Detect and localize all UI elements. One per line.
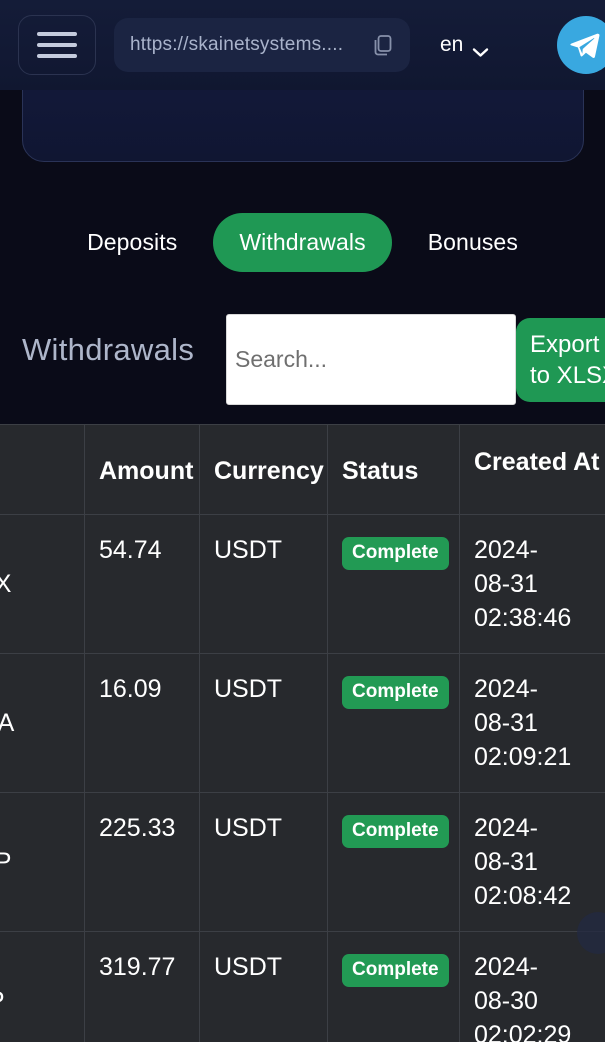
table-row[interactable]: a4X 54.74 USDT Complete 2024- 08-31 02:3… bbox=[0, 514, 605, 654]
telegram-icon[interactable] bbox=[557, 16, 605, 74]
menu-bar-3 bbox=[37, 54, 77, 58]
cell-currency: USDT bbox=[199, 514, 328, 654]
menu-bar-2 bbox=[37, 43, 77, 47]
cell-amount: 16.09 bbox=[84, 653, 200, 793]
cell-amount: 54.74 bbox=[84, 514, 200, 654]
column-header-status[interactable]: Status bbox=[327, 424, 460, 515]
cell-currency: USDT bbox=[199, 653, 328, 793]
section-tabs: Deposits Withdrawals Bonuses bbox=[0, 212, 605, 272]
url-bar[interactable]: https://skainetsystems.... bbox=[114, 18, 410, 72]
column-header-currency[interactable]: Currency bbox=[199, 424, 328, 515]
column-header-created-at[interactable]: Created At bbox=[459, 424, 605, 515]
cell-amount: 225.33 bbox=[84, 792, 200, 932]
cell-status: Complete bbox=[327, 792, 460, 932]
search-input[interactable] bbox=[235, 315, 515, 404]
cell-created-at: 2024- 08-31 02:08:42 bbox=[459, 792, 605, 932]
table-header-row: Id Amount Currency Status Created At bbox=[0, 424, 605, 515]
url-text: https://skainetsystems.... bbox=[130, 34, 344, 55]
status-badge: Complete bbox=[342, 537, 449, 570]
status-badge: Complete bbox=[342, 815, 449, 848]
cell-id: t7P bbox=[0, 931, 85, 1042]
hamburger-menu-icon[interactable] bbox=[18, 15, 96, 75]
cell-currency: USDT bbox=[199, 792, 328, 932]
table-body: a4X 54.74 USDT Complete 2024- 08-31 02:3… bbox=[0, 514, 605, 1042]
cell-status: Complete bbox=[327, 653, 460, 793]
page-title: Withdrawals bbox=[22, 332, 195, 367]
withdrawals-table-scroll[interactable]: Id Amount Currency Status Created At a4X… bbox=[0, 424, 605, 1042]
cell-amount: 319.77 bbox=[84, 931, 200, 1042]
app-root: https://skainetsystems.... en Deposits W… bbox=[0, 0, 605, 1042]
chevron-down-icon bbox=[472, 40, 489, 57]
section-header: Withdrawals Export to XLSX bbox=[0, 314, 605, 414]
cell-id: 3BA bbox=[0, 653, 85, 793]
table-head: Id Amount Currency Status Created At bbox=[0, 424, 605, 515]
search-field-wrapper[interactable] bbox=[226, 314, 516, 405]
tab-deposits[interactable]: Deposits bbox=[69, 213, 195, 272]
language-selector[interactable]: en bbox=[440, 33, 489, 57]
copy-icon[interactable] bbox=[372, 33, 394, 57]
menu-bar-1 bbox=[37, 32, 77, 36]
export-to-xlsx-button[interactable]: Export to XLSX bbox=[516, 318, 605, 402]
language-label: en bbox=[440, 33, 464, 56]
tab-bonuses[interactable]: Bonuses bbox=[410, 213, 536, 272]
table-row[interactable]: t7P 319.77 USDT Complete 2024- 08-30 02:… bbox=[0, 931, 605, 1042]
cell-currency: USDT bbox=[199, 931, 328, 1042]
cell-created-at: 2024- 08-31 02:38:46 bbox=[459, 514, 605, 654]
cell-created-at: 2024- 08-31 02:09:21 bbox=[459, 653, 605, 793]
cell-status: Complete bbox=[327, 931, 460, 1042]
cell-id: 31P bbox=[0, 792, 85, 932]
column-header-amount[interactable]: Amount bbox=[84, 424, 200, 515]
tab-withdrawals[interactable]: Withdrawals bbox=[213, 212, 392, 272]
table-row[interactable]: 3BA 16.09 USDT Complete 2024- 08-31 02:0… bbox=[0, 653, 605, 793]
table-row[interactable]: 31P 225.33 USDT Complete 2024- 08-31 02:… bbox=[0, 792, 605, 932]
withdrawals-table: Id Amount Currency Status Created At a4X… bbox=[0, 424, 605, 1042]
status-badge: Complete bbox=[342, 954, 449, 987]
browser-top-bar: https://skainetsystems.... en bbox=[0, 0, 605, 90]
cell-status: Complete bbox=[327, 514, 460, 654]
column-header-id[interactable]: Id bbox=[0, 424, 85, 515]
status-badge: Complete bbox=[342, 676, 449, 709]
cell-id: a4X bbox=[0, 514, 85, 654]
